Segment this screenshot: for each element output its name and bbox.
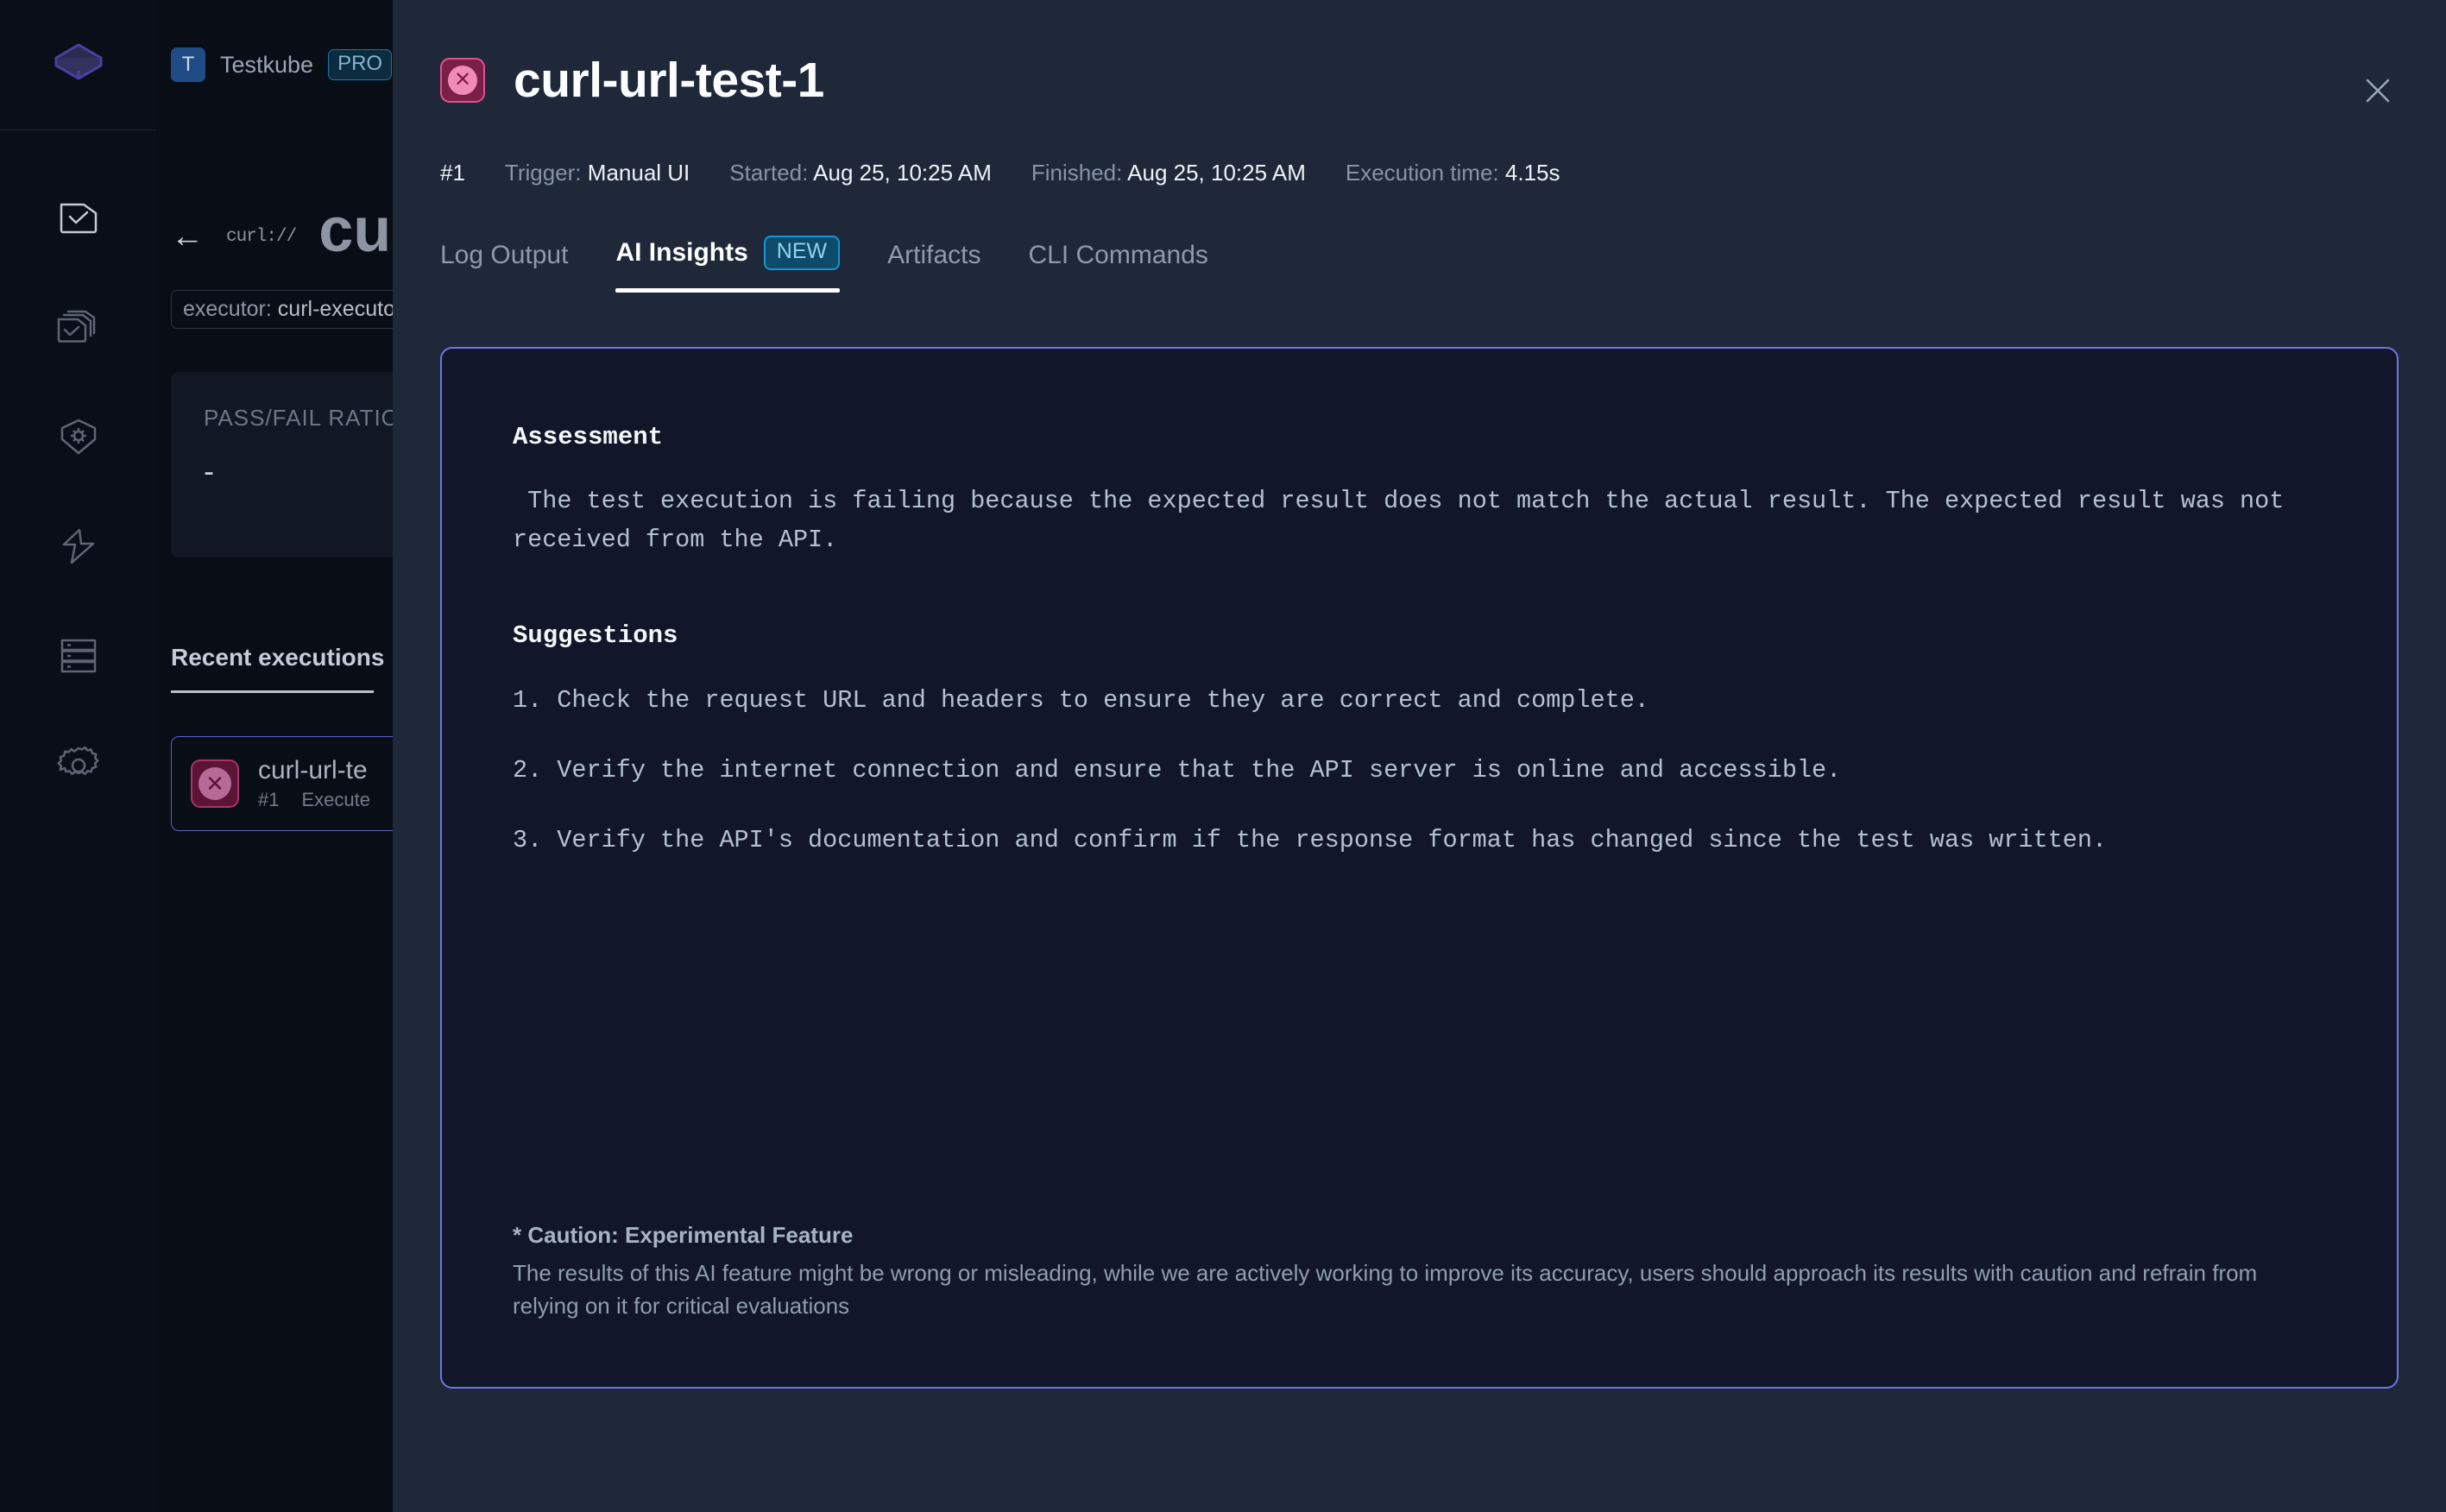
executor-tag-value: curl-executor <box>278 297 393 321</box>
execution-meta: Execute <box>301 789 370 811</box>
sidebar-item-settings[interactable] <box>50 740 107 791</box>
tab-log-output[interactable]: Log Output <box>440 241 568 293</box>
new-badge: NEW <box>764 236 840 270</box>
finished-meta: Finished: Aug 25, 10:25 AM <box>1031 160 1306 186</box>
plan-badge: PRO <box>328 49 392 80</box>
started-value: Aug 25, 10:25 AM <box>813 160 992 186</box>
list-item: 2. Verify the internet connection and en… <box>513 754 2345 786</box>
org-avatar: T <box>171 47 205 82</box>
execution-time-meta: Execution time: 4.15s <box>1346 160 1560 186</box>
testkube-cube-logo[interactable] <box>0 0 156 129</box>
list-item: 3. Verify the API's documentation and co… <box>513 824 2345 856</box>
tab-label: AI Insights <box>615 238 747 268</box>
failed-x-icon: ✕ <box>191 759 239 808</box>
sidebar-item-triggers[interactable] <box>50 521 107 571</box>
breadcrumb: ← curl:// curl <box>156 82 393 266</box>
list-item: 1. Check the request URL and headers to … <box>513 684 2345 716</box>
execution-time-label: Execution time: <box>1346 160 1499 186</box>
trigger-meta: Trigger: Manual UI <box>505 160 690 186</box>
page-title: curl <box>318 195 393 266</box>
modal-tabs: Log Output AI Insights NEW Artifacts CLI… <box>440 236 2446 293</box>
executor-tag-label: executor: <box>183 297 272 321</box>
started-label: Started: <box>729 160 808 186</box>
recent-executions-heading: Recent executions <box>171 644 393 671</box>
execution-details-modal: ✕ curl-url-test-1 #1 Trigger: Manual UI … <box>393 0 2446 1512</box>
trigger-value: Manual UI <box>588 160 690 186</box>
sidebar-item-sources[interactable] <box>50 631 107 681</box>
recent-executions-underline <box>171 690 374 693</box>
execution-time-value: 4.15s <box>1505 160 1560 186</box>
sidebar-item-test-suites[interactable] <box>50 302 107 352</box>
modal-header: ✕ curl-url-test-1 <box>393 0 2446 109</box>
close-icon[interactable] <box>2358 71 2398 110</box>
caution-note: * Caution: Experimental Feature The resu… <box>513 1222 2345 1322</box>
app-root: T Testkube PRO ← curl:// curl executor: … <box>0 0 2446 1512</box>
failed-x-icon: ✕ <box>440 58 485 103</box>
sidebar-item-executors[interactable] <box>50 412 107 462</box>
back-arrow-icon[interactable]: ← <box>171 220 204 253</box>
tab-label: CLI Commands <box>1028 241 1207 270</box>
trigger-label: Trigger: <box>505 160 582 186</box>
pass-fail-ratio-value: - <box>204 453 393 489</box>
tab-cli-commands[interactable]: CLI Commands <box>1028 241 1207 293</box>
suggestions-list: 1. Check the request URL and headers to … <box>513 684 2345 856</box>
org-name: Testkube <box>220 52 313 79</box>
suggestions-heading: Suggestions <box>513 621 2345 650</box>
pass-fail-ratio-label: PASS/FAIL RATIO <box>204 405 393 432</box>
tab-label: Artifacts <box>887 241 980 270</box>
org-switcher[interactable]: T Testkube PRO <box>156 0 393 82</box>
execution-meta-row: #1 Trigger: Manual UI Started: Aug 25, 1… <box>440 160 2446 186</box>
sidebar-rail <box>0 0 156 1512</box>
finished-label: Finished: <box>1031 160 1123 186</box>
caution-title: * Caution: Experimental Feature <box>513 1222 2345 1249</box>
executor-tag: executor: curl-executor <box>171 290 393 329</box>
tab-ai-insights[interactable]: AI Insights NEW <box>615 236 840 293</box>
left-content-panel: T Testkube PRO ← curl:// curl executor: … <box>156 0 393 1512</box>
server-rack-icon <box>59 637 98 675</box>
sidebar-item-tests[interactable] <box>50 192 107 243</box>
gear-icon <box>57 745 100 786</box>
tab-artifacts[interactable]: Artifacts <box>887 241 980 293</box>
assessment-body: The test execution is failing because th… <box>513 482 2345 559</box>
execution-number: #1 <box>258 789 279 811</box>
test-suites-stack-icon <box>56 308 101 346</box>
lightning-bolt-icon <box>58 527 99 565</box>
finished-value: Aug 25, 10:25 AM <box>1127 160 1306 186</box>
shield-gear-icon <box>58 418 99 456</box>
assessment-heading: Assessment <box>513 423 2345 451</box>
modal-title: curl-url-test-1 <box>514 52 824 109</box>
execution-number: #1 <box>440 160 465 186</box>
caution-body: The results of this AI feature might be … <box>513 1257 2291 1322</box>
pass-fail-ratio-card: PASS/FAIL RATIO - <box>171 372 393 558</box>
breadcrumb-logo: curl:// <box>226 227 296 247</box>
execution-list-item[interactable]: ✕ curl-url-te #1 Execute <box>171 736 393 831</box>
tab-label: Log Output <box>440 241 568 270</box>
tests-file-check-icon <box>58 198 99 237</box>
started-meta: Started: Aug 25, 10:25 AM <box>729 160 992 186</box>
ai-insights-card: Assessment The test execution is failing… <box>440 347 2399 1389</box>
execution-name: curl-url-te <box>258 756 370 785</box>
